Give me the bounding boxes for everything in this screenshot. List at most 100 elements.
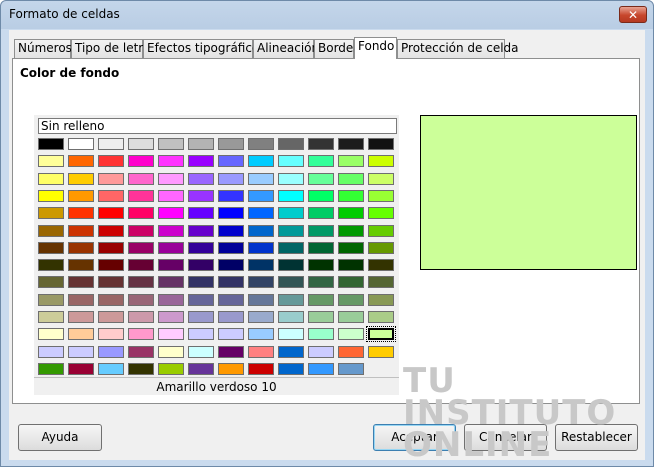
color-swatch[interactable] [158, 207, 184, 219]
color-swatch[interactable] [338, 276, 364, 288]
title-bar[interactable]: Formato de celdas ✕ [1, 1, 653, 29]
color-swatch[interactable] [38, 225, 64, 237]
color-swatch[interactable] [368, 225, 394, 237]
color-swatch[interactable] [158, 294, 184, 306]
color-swatch[interactable] [308, 311, 334, 323]
color-swatch[interactable] [38, 138, 64, 150]
color-swatch[interactable] [368, 294, 394, 306]
color-swatch[interactable] [368, 242, 394, 254]
color-swatch[interactable] [278, 173, 304, 185]
color-swatch[interactable] [188, 363, 214, 375]
color-swatch[interactable] [218, 346, 244, 358]
color-swatch[interactable] [98, 242, 124, 254]
color-swatch[interactable] [338, 363, 364, 375]
color-swatch[interactable] [248, 294, 274, 306]
color-swatch[interactable] [278, 207, 304, 219]
color-swatch[interactable] [128, 346, 154, 358]
color-swatch[interactable] [128, 207, 154, 219]
color-swatch[interactable] [68, 138, 94, 150]
color-swatch[interactable] [68, 225, 94, 237]
color-swatch[interactable] [98, 190, 124, 202]
color-swatch[interactable] [188, 225, 214, 237]
color-swatch[interactable] [368, 311, 394, 323]
color-swatch[interactable] [308, 259, 334, 271]
color-swatch[interactable] [98, 207, 124, 219]
color-swatch[interactable] [128, 242, 154, 254]
color-swatch[interactable] [158, 138, 184, 150]
color-swatch[interactable] [38, 155, 64, 167]
color-swatch[interactable] [188, 328, 214, 340]
color-swatch[interactable] [308, 173, 334, 185]
color-swatch[interactable] [188, 294, 214, 306]
color-swatch[interactable] [158, 346, 184, 358]
color-swatch[interactable] [38, 311, 64, 323]
color-swatch[interactable] [248, 311, 274, 323]
color-swatch[interactable] [128, 259, 154, 271]
color-swatch[interactable] [188, 276, 214, 288]
close-button[interactable]: ✕ [619, 6, 647, 23]
color-swatch[interactable] [278, 155, 304, 167]
color-swatch[interactable] [98, 276, 124, 288]
color-swatch[interactable] [308, 155, 334, 167]
color-swatch[interactable] [368, 259, 394, 271]
color-swatch[interactable] [278, 242, 304, 254]
color-swatch[interactable] [68, 207, 94, 219]
color-swatch[interactable] [38, 328, 64, 340]
color-swatch[interactable] [308, 328, 334, 340]
color-swatch[interactable] [248, 138, 274, 150]
color-swatch[interactable] [188, 173, 214, 185]
color-swatch[interactable] [248, 242, 274, 254]
color-swatch[interactable] [158, 173, 184, 185]
color-swatch[interactable] [158, 311, 184, 323]
color-swatch[interactable] [68, 242, 94, 254]
color-swatch[interactable] [218, 207, 244, 219]
color-swatch[interactable] [158, 225, 184, 237]
color-swatch[interactable] [68, 328, 94, 340]
color-swatch[interactable] [38, 276, 64, 288]
color-swatch[interactable] [248, 173, 274, 185]
color-swatch[interactable] [158, 328, 184, 340]
color-swatch[interactable] [68, 294, 94, 306]
color-swatch[interactable] [38, 294, 64, 306]
tab-fondo[interactable]: Fondo [354, 37, 397, 59]
color-swatch[interactable] [338, 328, 364, 340]
color-swatch[interactable] [38, 363, 64, 375]
color-swatch[interactable] [248, 276, 274, 288]
color-swatch[interactable] [278, 311, 304, 323]
color-swatch[interactable] [248, 363, 274, 375]
color-swatch[interactable] [368, 155, 394, 167]
color-swatch[interactable] [338, 259, 364, 271]
color-swatch[interactable] [128, 328, 154, 340]
color-swatch[interactable] [188, 242, 214, 254]
color-swatch[interactable] [98, 363, 124, 375]
color-swatch[interactable] [188, 138, 214, 150]
color-swatch[interactable] [68, 190, 94, 202]
color-swatch[interactable] [98, 294, 124, 306]
color-swatch[interactable] [368, 190, 394, 202]
color-swatch[interactable] [98, 259, 124, 271]
color-swatch[interactable] [128, 138, 154, 150]
color-swatch[interactable] [248, 259, 274, 271]
color-swatch[interactable] [218, 242, 244, 254]
color-swatch[interactable] [308, 138, 334, 150]
color-swatch[interactable] [218, 363, 244, 375]
color-swatch[interactable] [338, 294, 364, 306]
color-swatch[interactable] [278, 225, 304, 237]
tab-tipo-de-letra[interactable]: Tipo de letra [71, 39, 151, 58]
color-swatch[interactable] [338, 311, 364, 323]
color-swatch[interactable] [338, 225, 364, 237]
color-swatch[interactable] [248, 225, 274, 237]
color-swatch[interactable] [248, 155, 274, 167]
color-swatch[interactable] [338, 207, 364, 219]
color-swatch[interactable] [308, 346, 334, 358]
color-swatch[interactable] [218, 155, 244, 167]
color-swatch[interactable] [338, 155, 364, 167]
color-swatch[interactable] [38, 173, 64, 185]
color-swatch[interactable] [128, 173, 154, 185]
color-swatch[interactable] [218, 311, 244, 323]
color-swatch[interactable] [98, 173, 124, 185]
color-swatch[interactable] [188, 190, 214, 202]
color-swatch[interactable] [68, 155, 94, 167]
color-swatch[interactable] [38, 242, 64, 254]
color-swatch[interactable] [218, 328, 244, 340]
